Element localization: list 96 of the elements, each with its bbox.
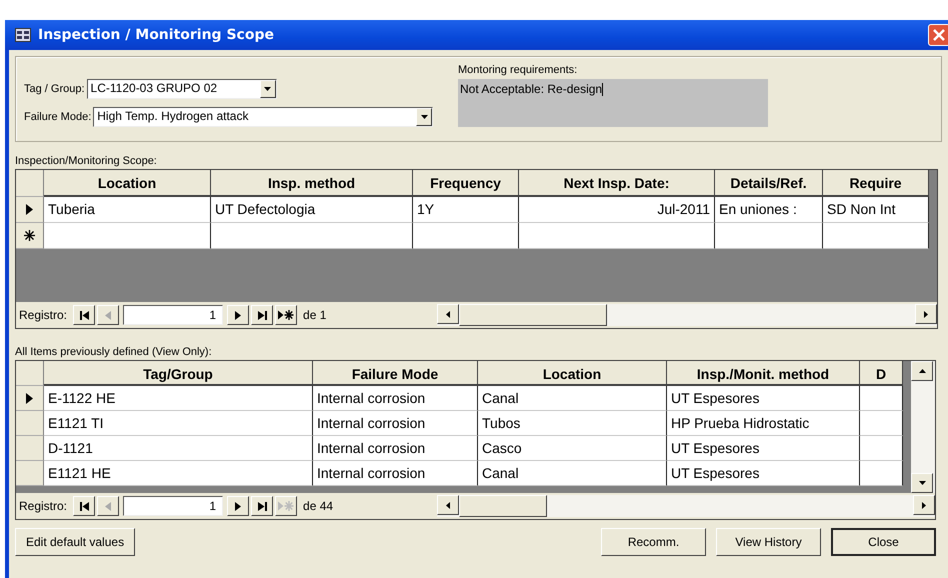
field-label: Tag / Group: <box>24 83 85 95</box>
new-record-button[interactable] <box>275 305 298 325</box>
record-count: de 44 <box>303 499 334 513</box>
action-button[interactable]: View History <box>716 528 821 556</box>
table-cell: Canal <box>478 386 667 411</box>
field-label: Failure Mode: <box>24 111 92 123</box>
tag-group-dropdown[interactable]: LC-1120-03 GRUPO 02 <box>86 79 277 99</box>
table-cell: Jul-2011 <box>519 197 715 223</box>
table-cell: Internal corrosion <box>313 461 478 486</box>
table-cell: Internal corrosion <box>313 386 478 411</box>
column-header[interactable]: Tag/Group <box>44 361 313 386</box>
horizontal-scrollbar[interactable] <box>437 495 935 517</box>
table-cell: 1Y <box>413 197 519 223</box>
form-icon <box>15 28 31 42</box>
previous-icon <box>105 310 112 320</box>
new-record-button[interactable] <box>275 496 298 516</box>
caret-icon <box>264 87 272 91</box>
column-header[interactable]: Frequency <box>413 170 519 197</box>
table-cell <box>860 386 903 411</box>
table-cell: UT Espesores <box>667 386 860 411</box>
previous-record-button[interactable] <box>97 305 120 325</box>
column-header[interactable]: Insp./Monit. method <box>667 361 860 386</box>
row-selector[interactable] <box>16 197 44 223</box>
vertical-scrollbar[interactable] <box>911 361 935 493</box>
column-header[interactable]: Failure Mode <box>313 361 478 386</box>
column-header[interactable]: D <box>860 361 903 386</box>
first-record-button[interactable] <box>73 305 96 325</box>
table-cell: Tubos <box>478 411 667 436</box>
row-selector[interactable] <box>16 386 44 411</box>
table-cell: E1121 TI <box>44 411 313 436</box>
new-record-icon <box>278 501 294 511</box>
column-header[interactable]: Insp. method <box>211 170 413 197</box>
right-arrow-icon <box>924 310 928 318</box>
column-header[interactable]: Require <box>823 170 929 197</box>
table-cell: Casco <box>478 436 667 461</box>
table-cell <box>860 436 903 461</box>
table-cell: SD Non Int <box>823 197 929 223</box>
column-header[interactable]: Details/Ref. <box>715 170 823 197</box>
left-arrow-icon <box>446 502 450 508</box>
section-label: All Items previously defined (View Only): <box>15 345 212 360</box>
caret-icon <box>420 115 428 119</box>
first-record-button[interactable] <box>73 496 96 516</box>
last-record-button[interactable] <box>251 496 274 516</box>
close-icon <box>933 29 945 41</box>
close-button[interactable]: Close <box>831 528 936 556</box>
table-cell: Canal <box>478 461 667 486</box>
up-arrow-icon <box>918 369 926 373</box>
table-cell: UT Espesores <box>667 436 860 461</box>
table-cell: D-1121 <box>44 436 313 461</box>
first-icon <box>80 310 89 320</box>
first-icon <box>80 502 89 510</box>
table-cell: En uniones : <box>715 197 823 223</box>
edit-defaults-button[interactable]: Edit default values <box>15 528 136 556</box>
last-icon <box>258 502 267 510</box>
record-number-field[interactable]: 1 <box>123 305 224 325</box>
horizontal-scrollbar[interactable] <box>437 304 937 326</box>
last-record-button[interactable] <box>251 305 274 325</box>
last-icon <box>258 310 267 320</box>
table-cell: Internal corrosion <box>313 411 478 436</box>
window-title: Inspection / Monitoring Scope <box>38 27 275 43</box>
current-row-icon <box>26 204 33 215</box>
next-icon <box>235 310 242 320</box>
next-icon <box>235 502 242 510</box>
column-header[interactable]: Location <box>44 170 211 197</box>
table-cell: UT Defectologia <box>211 197 413 223</box>
record-count: de 1 <box>303 308 328 322</box>
action-button[interactable]: Recomm. <box>601 528 706 556</box>
table-cell: E1121 HE <box>44 461 313 486</box>
section-label: Inspection/Monitoring Scope: <box>15 154 157 169</box>
table-cell <box>860 411 903 436</box>
table-cell: HP Prueba Hidrostatic <box>667 411 860 436</box>
close-button[interactable] <box>928 24 948 46</box>
table-cell: Internal corrosion <box>313 436 478 461</box>
table-cell: Tuberia <box>44 197 211 223</box>
next-record-button[interactable] <box>227 305 250 325</box>
requirements-field[interactable]: Not Acceptable: Re-design <box>458 79 768 127</box>
record-label: Registro: <box>19 499 68 513</box>
field-label: Montoring requirements: <box>458 64 578 76</box>
record-label: Registro: <box>19 308 68 322</box>
table-cell: E-1122 HE <box>44 386 313 411</box>
column-header[interactable]: Next Insp. Date: <box>519 170 715 197</box>
table-cell: UT Espesores <box>667 461 860 486</box>
down-arrow-icon <box>918 481 926 485</box>
previous-record-button[interactable] <box>97 496 120 516</box>
table-cell <box>860 461 903 486</box>
next-record-button[interactable] <box>227 496 250 516</box>
failure-mode-dropdown[interactable]: High Temp. Hydrogen attack <box>93 107 434 127</box>
row-selector[interactable] <box>16 223 44 249</box>
column-header[interactable]: Location <box>478 361 667 386</box>
previous-icon <box>105 502 112 510</box>
left-arrow-icon <box>446 310 450 318</box>
current-row-icon <box>26 392 33 404</box>
record-number-field[interactable]: 1 <box>123 496 224 516</box>
right-arrow-icon <box>922 502 926 508</box>
new-record-icon <box>24 230 35 241</box>
new-record-icon <box>278 310 294 320</box>
